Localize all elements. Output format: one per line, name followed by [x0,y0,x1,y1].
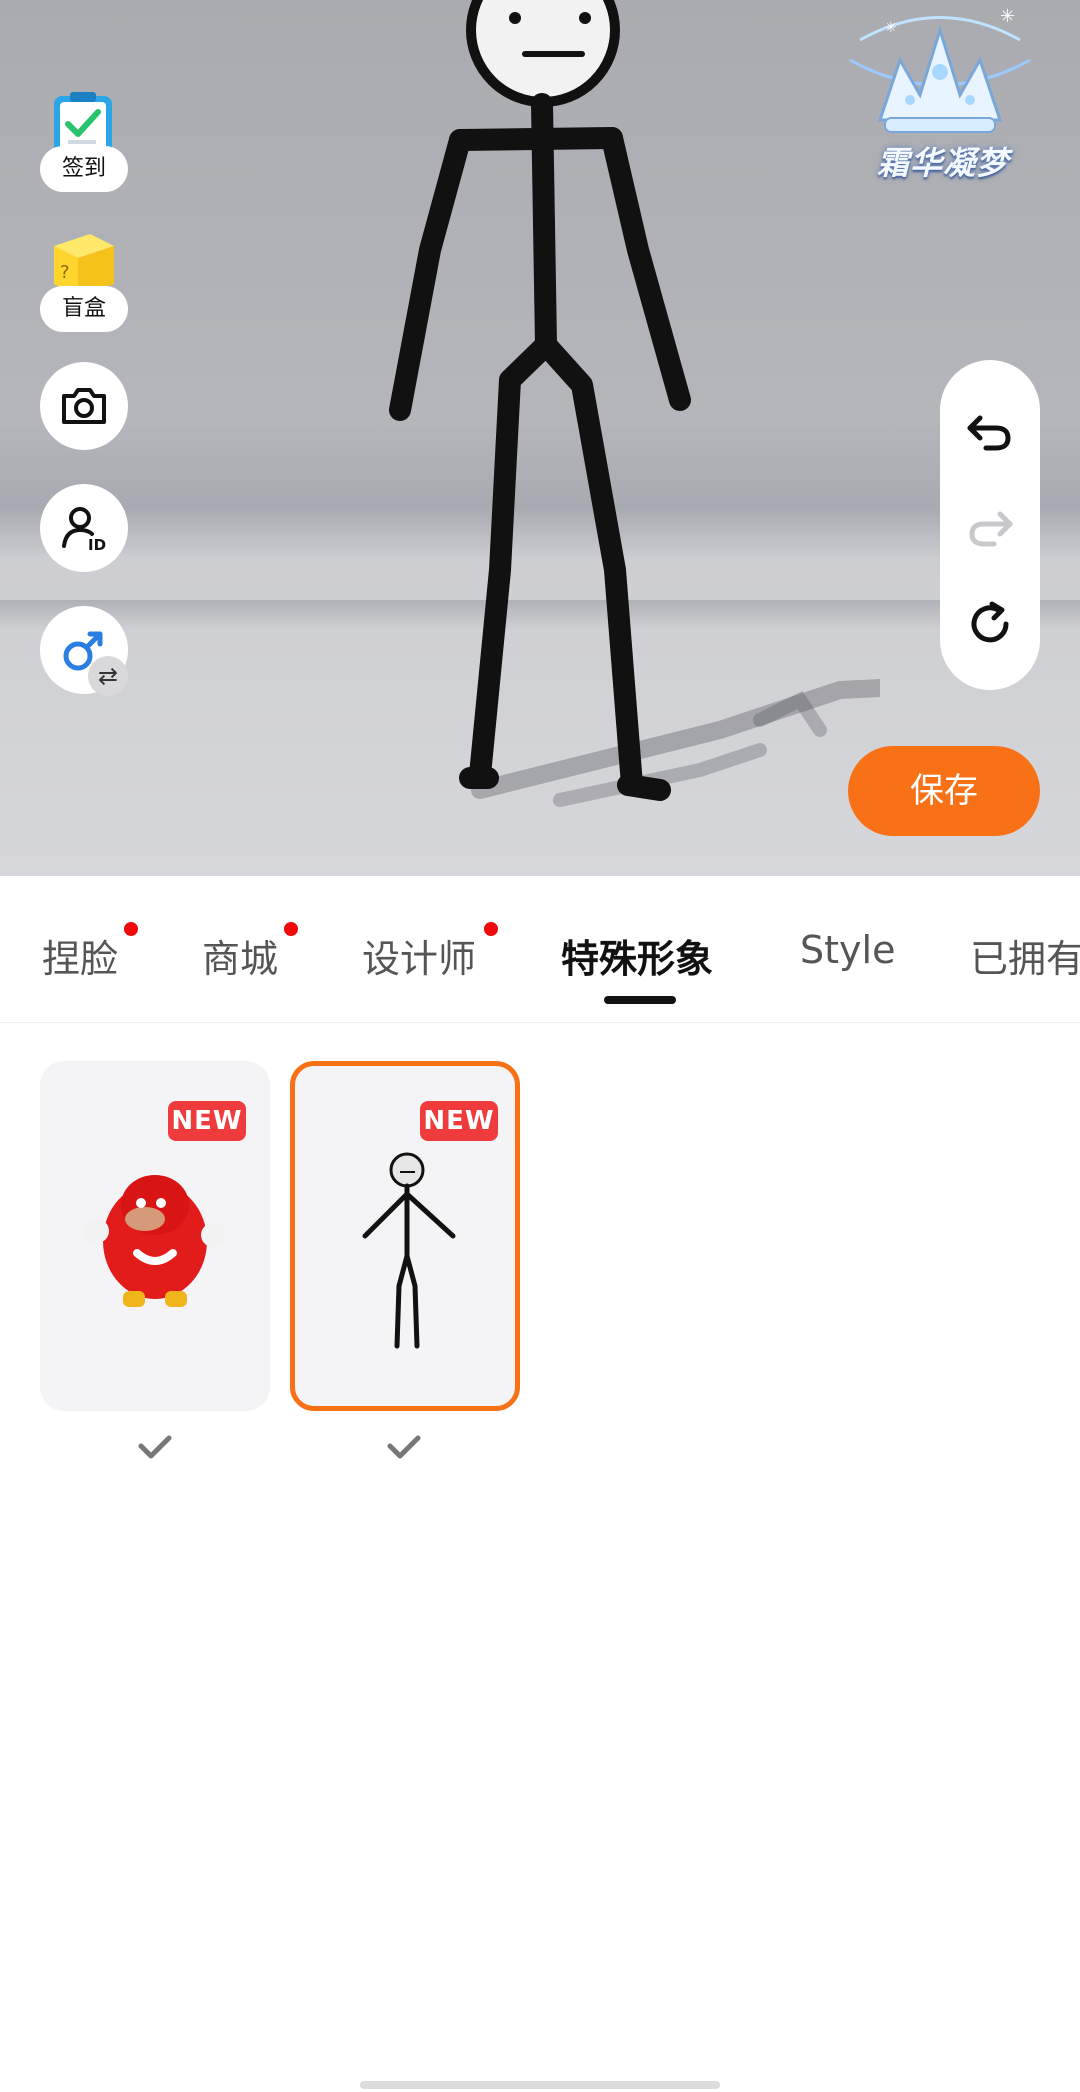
stick-figure-avatar-icon [362,1152,456,1349]
new-badge: NEW [420,1101,498,1141]
tab-style[interactable]: Style [800,928,895,972]
redo-icon[interactable] [962,498,1018,554]
red-knuckles-avatar-icon [85,1175,225,1307]
notification-dot [124,922,138,936]
stick-figure-avatar-model[interactable] [360,0,720,820]
avatar-viewport[interactable]: ✳ ✳ 霜华凝梦 签到 ? 盲盒 ID ⇄ 保存 [0,0,1080,876]
save-button[interactable]: 保存 [848,746,1040,836]
home-indicator [360,2081,720,2089]
reset-icon[interactable] [962,596,1018,652]
tab-special-avatar[interactable]: 特殊形象 [561,928,713,983]
category-tabs: 捏脸 商城 设计师 特殊形象 Style 已拥有 [0,876,1080,1023]
tab-face[interactable]: 捏脸 [42,928,118,983]
svg-text:?: ? [60,262,70,283]
notification-dot [484,922,498,936]
new-badge: NEW [168,1101,246,1141]
avatar-item-card-selected[interactable]: NEW [290,1061,520,1411]
tab-designer[interactable]: 设计师 [362,928,476,983]
svg-text:✳: ✳ [1000,6,1015,27]
check-icon [138,1435,172,1459]
history-panel [940,360,1040,690]
blind-box-label: 盲盒 [40,286,128,332]
active-tab-indicator [604,996,676,1004]
tab-mall[interactable]: 商城 [202,928,278,983]
user-id-button[interactable]: ID [40,484,128,572]
logo-text: 霜华凝梦 [876,144,1009,182]
tab-owned[interactable]: 已拥有 [970,928,1080,983]
camera-icon [62,388,106,424]
user-id-icon: ID [62,507,106,554]
svg-text:✳: ✳ [885,20,897,36]
swap-icon: ⇄ [88,656,128,696]
check-icon [387,1435,421,1459]
camera-button[interactable] [40,362,128,450]
checkin-label: 签到 [40,146,128,192]
avatar-item-card[interactable]: NEW [40,1061,270,1411]
undo-icon[interactable] [962,402,1018,458]
svg-text:ID: ID [88,536,106,554]
notification-dot [284,922,298,936]
